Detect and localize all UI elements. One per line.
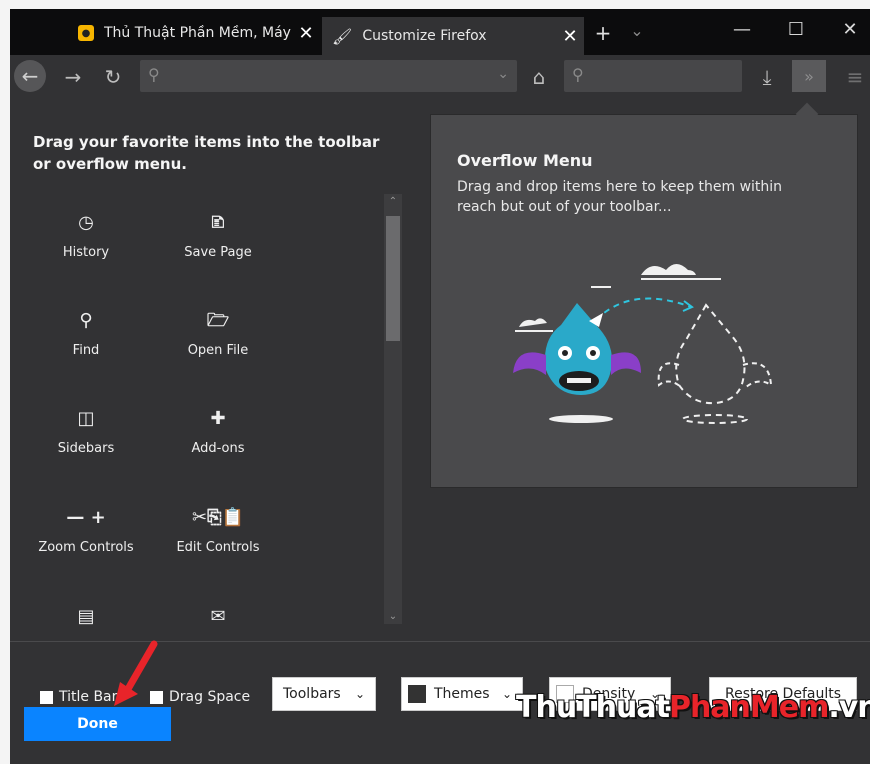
dropdown-label: Themes (434, 686, 490, 702)
palette-item-edit-controls[interactable]: ✂⎘📋 Edit Controls (158, 504, 278, 555)
search-bar[interactable]: ⚲ (564, 60, 742, 92)
chevron-down-icon: ⌄ (354, 687, 365, 701)
red-arrow-annotation (114, 640, 158, 706)
navigation-toolbar: ← → ↻ ⚲ ⌄ ⌂ ⚲ ⤓ » ≡ (10, 55, 870, 99)
addons-icon: ✚ (210, 408, 226, 429)
palette-item-label: Open File (187, 343, 249, 358)
palette-item-label: Find (72, 343, 100, 358)
scroll-down-icon[interactable]: ⌄ (384, 611, 402, 622)
palette-item-library[interactable]: ▤ (26, 603, 146, 627)
chevron-down-icon: ⌄ (501, 687, 512, 701)
palette-item-history[interactable]: ◷ History (26, 209, 146, 260)
edit-controls-icon: ✂⎘📋 (192, 507, 244, 528)
drag-space-checkbox[interactable]: Drag Space (150, 689, 250, 705)
hamburger-icon: ≡ (846, 65, 864, 89)
palette-item-label: History (62, 245, 110, 260)
themes-dropdown[interactable]: Themes ⌄ (401, 677, 523, 711)
tab-title: Customize Firefox (362, 28, 487, 44)
tab-title: Thủ Thuật Phần Mềm, Máy T (104, 25, 292, 41)
palette-item-sidebars[interactable]: ◫ Sidebars (26, 405, 146, 456)
overflow-illustration (513, 264, 773, 424)
overflow-menu-title: Overflow Menu (457, 151, 593, 170)
dropdown-label: Toolbars (283, 686, 341, 702)
minimize-button[interactable]: — (722, 19, 762, 40)
find-icon: ⚲ (79, 310, 93, 331)
paintbrush-icon: 🖌 (332, 26, 353, 46)
tab-close-icon[interactable]: ✕ (292, 23, 320, 44)
open-file-icon: 🗁 (206, 310, 230, 331)
panel-arrow (795, 102, 819, 126)
palette-item-zoom-controls[interactable]: — + Zoom Controls (26, 504, 146, 555)
home-icon: ⌂ (532, 65, 546, 89)
search-icon: ⚲ (148, 65, 160, 84)
palette-item-save-page[interactable]: 🗈 Save Page (158, 209, 278, 260)
dropdown-chevron-icon[interactable]: ⌄ (497, 66, 509, 82)
palette-item-addons[interactable]: ✚ Add-ons (158, 405, 278, 456)
palette-item-label: Zoom Controls (38, 540, 134, 555)
scroll-up-icon[interactable]: ⌃ (384, 196, 402, 207)
maximize-button[interactable]: ☐ (776, 19, 816, 40)
overflow-menu-description: Drag and drop items here to keep them wi… (457, 179, 783, 215)
downloads-button[interactable]: ⤓ (752, 65, 782, 89)
checkbox-label: Drag Space (169, 689, 251, 705)
palette-item-email[interactable]: ✉ (158, 603, 278, 627)
home-button[interactable]: ⌂ (524, 65, 554, 89)
palette-item-label: Edit Controls (176, 540, 260, 555)
sidebars-icon: ◫ (77, 408, 95, 429)
zoom-controls-icon: — + (66, 507, 106, 528)
done-button[interactable]: Done (24, 707, 171, 741)
title-bar-checkbox[interactable]: Title Bar (40, 689, 117, 705)
tab-bar: ● Thủ Thuật Phần Mềm, Máy T ✕ 🖌 Customiz… (10, 9, 870, 55)
overflow-menu-button[interactable]: » (792, 60, 826, 92)
palette-item-label: Sidebars (57, 441, 115, 456)
toolbars-dropdown[interactable]: Toolbars ⌄ (272, 677, 376, 711)
checkbox-box[interactable] (40, 690, 53, 704)
history-icon: ◷ (78, 212, 94, 233)
palette-item-open-file[interactable]: 🗁 Open File (158, 307, 278, 358)
app-menu-button[interactable]: ≡ (840, 65, 870, 89)
tab-customize-firefox[interactable]: 🖌 Customize Firefox ✕ (322, 17, 584, 55)
chevron-double-right-icon: » (804, 66, 814, 86)
back-arrow-icon: ← (21, 64, 39, 88)
themes-icon (408, 685, 426, 703)
overflow-menu-panel[interactable]: Overflow Menu Drag and drop items here t… (430, 102, 858, 488)
email-icon: ✉ (210, 606, 226, 627)
watermark: ThuThuatPhanMem.vn (516, 690, 870, 725)
new-tab-button[interactable]: + (588, 21, 618, 45)
tab-list-button[interactable]: ⌄ (622, 21, 652, 40)
palette-scrollbar[interactable]: ⌃ ⌄ (384, 194, 402, 624)
download-icon: ⤓ (762, 65, 772, 89)
palette-instructions: Drag your favorite items into the toolba… (33, 133, 380, 173)
scrollbar-thumb[interactable] (386, 216, 400, 341)
forward-arrow-icon: → (64, 65, 82, 89)
close-window-button[interactable]: ✕ (830, 19, 870, 40)
search-icon: ⚲ (572, 65, 584, 84)
tab-thuthuat[interactable]: ● Thủ Thuật Phần Mềm, Máy T ✕ (70, 17, 320, 49)
url-bar[interactable]: ⚲ ⌄ (140, 60, 517, 92)
library-icon: ▤ (77, 606, 95, 627)
save-page-icon: 🗈 (211, 212, 225, 233)
checkbox-label: Title Bar (59, 689, 118, 705)
site-favicon-icon: ● (78, 25, 94, 41)
palette-item-find[interactable]: ⚲ Find (26, 307, 146, 358)
forward-button[interactable]: → (58, 65, 88, 89)
palette-item-label: Save Page (184, 245, 252, 260)
tab-close-icon[interactable]: ✕ (556, 26, 584, 47)
palette-item-label: Add-ons (191, 441, 245, 456)
reload-icon: ↻ (104, 65, 122, 89)
reload-button[interactable]: ↻ (98, 65, 128, 89)
back-button[interactable]: ← (14, 60, 46, 92)
